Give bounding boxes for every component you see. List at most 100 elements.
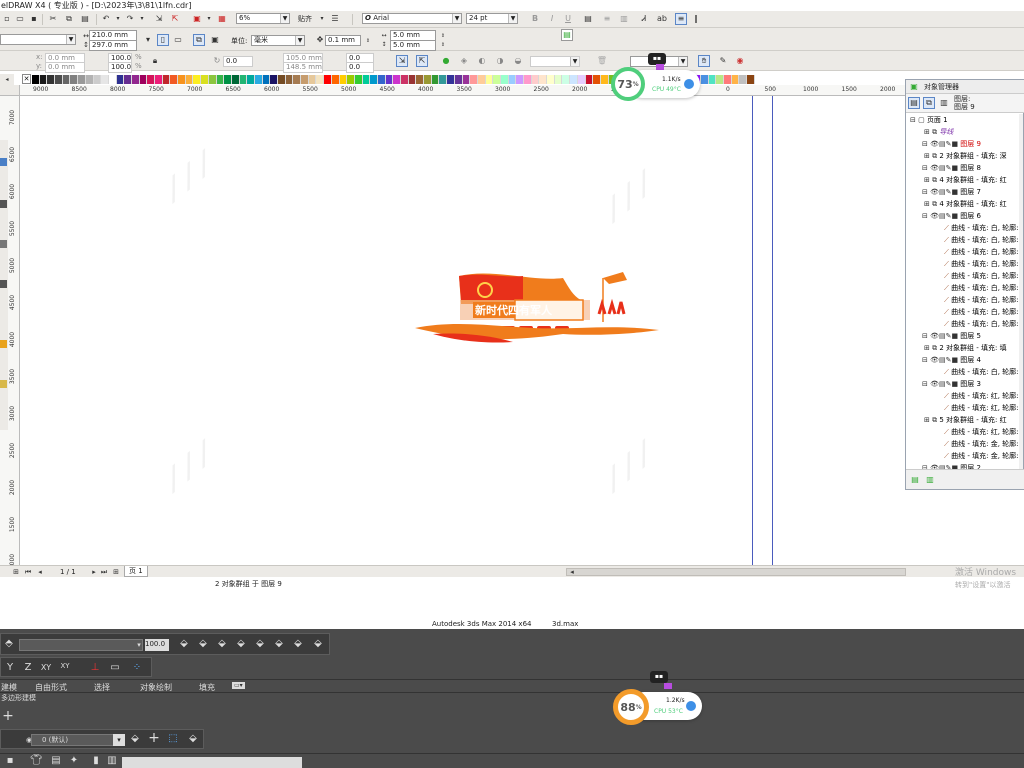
color-swatch[interactable] <box>301 75 309 84</box>
cut-icon[interactable]: ✂ <box>47 13 59 25</box>
launcher-dropdown-icon[interactable]: ▾ <box>203 13 215 25</box>
align-tool-icon[interactable]: ▭ <box>109 662 121 674</box>
color-swatch[interactable] <box>370 75 378 84</box>
layer-tool-5-icon[interactable]: ⬙ <box>254 638 266 650</box>
color-swatch[interactable] <box>524 75 532 84</box>
expand-icon[interactable]: ⊞ ⧉ <box>924 200 939 208</box>
bottom-tool-1-icon[interactable]: ▪ <box>4 755 16 767</box>
color-swatch[interactable] <box>108 75 117 84</box>
interactive-fill-icon[interactable] <box>0 380 7 388</box>
expand-icon[interactable]: ⊞ ⧉ <box>924 128 939 136</box>
color-swatch[interactable] <box>493 75 501 84</box>
color-swatch[interactable] <box>254 75 263 84</box>
page-height-field[interactable]: 297.0 mm <box>89 40 137 51</box>
color-swatch[interactable] <box>124 75 132 84</box>
layer-controls-icon[interactable]: ⊟ 👁︎▤✎■ <box>922 332 960 340</box>
toolbox[interactable] <box>0 140 8 430</box>
color-swatch[interactable] <box>539 75 548 84</box>
layer-row[interactable]: ⊟ 👁︎▤✎■ 图层 6 <box>922 210 981 222</box>
no-color-swatch[interactable]: ✕ <box>22 74 31 84</box>
bullet-list-icon[interactable]: ≡ <box>601 13 613 25</box>
layer-manager-view-icon[interactable]: ▥ <box>938 97 950 109</box>
color-swatch[interactable] <box>131 75 140 84</box>
horizontal-scrollbar[interactable] <box>566 568 906 576</box>
text-align-icon[interactable]: ▤ <box>582 13 594 25</box>
object-row[interactable]: ⟋ 曲线 - 填充: 白, 轮廓: <box>944 366 1019 378</box>
shape-icon[interactable]: ● <box>440 55 452 67</box>
scale-height-field[interactable]: 100.0 <box>108 62 132 73</box>
bottom-dialog-strip[interactable] <box>122 757 302 768</box>
color-swatch[interactable] <box>377 75 386 84</box>
color-swatch[interactable] <box>416 75 425 84</box>
axis-xy-button[interactable]: XY <box>40 662 52 674</box>
position-y-field[interactable]: 0.0 mm <box>45 62 85 73</box>
color-swatch[interactable] <box>593 75 601 84</box>
layer-row[interactable]: ⊟ 👁︎▤✎■ 图层 4 <box>922 354 981 366</box>
layer-row[interactable]: ⊟ 👁︎▤✎■ 图层 2 <box>922 462 981 469</box>
edit-fill-icon[interactable]: ✎ <box>717 55 729 67</box>
object-row[interactable]: ⟋ 曲线 - 填充: 白, 轮廓: <box>944 258 1019 270</box>
memory-gauge-top[interactable]: 73% <box>611 67 645 101</box>
color-swatch[interactable] <box>293 75 302 84</box>
tree-scrollbar[interactable] <box>1019 114 1023 469</box>
new-layer-plus-icon[interactable]: + <box>148 731 160 745</box>
show-properties-icon[interactable]: ▤ <box>908 97 920 109</box>
font-size-select[interactable]: 24 pt ▼ <box>466 13 518 24</box>
skew-y-field[interactable]: 0.0 <box>346 62 374 73</box>
paste-icon[interactable]: ▤ <box>79 13 91 25</box>
node-icon[interactable]: ◈ <box>458 55 470 67</box>
layer-row[interactable]: ⊟ 👁︎▤✎■ 图层 7 <box>922 186 981 198</box>
color-swatch[interactable] <box>700 75 709 84</box>
horizontal-text-icon[interactable]: ≡ <box>675 13 687 25</box>
boost-icon[interactable] <box>684 79 694 89</box>
color-swatch[interactable] <box>408 75 417 84</box>
color-swatch[interactable] <box>278 75 286 84</box>
object-row[interactable]: ⟋ 曲线 - 填充: 白, 轮廓: <box>944 246 1019 258</box>
layer-tool-6-icon[interactable]: ⬙ <box>273 638 285 650</box>
redo-icon[interactable]: ↷ <box>124 13 136 25</box>
color-swatch[interactable] <box>224 75 232 84</box>
color-swatch[interactable] <box>193 75 202 84</box>
color-swatch[interactable] <box>570 75 578 84</box>
color-swatch[interactable] <box>78 75 86 84</box>
expand-icon[interactable]: ⊟ ▢ <box>910 116 927 124</box>
cusp-icon[interactable]: ◑ <box>494 55 506 67</box>
guideline-vertical-2[interactable] <box>772 96 773 565</box>
chevron-down-icon[interactable]: ▾ <box>113 734 125 746</box>
color-swatch[interactable] <box>85 75 94 84</box>
smooth-icon[interactable]: ◐ <box>476 55 488 67</box>
rotation-angle-field[interactable]: 0.0 <box>223 56 253 67</box>
page-tab[interactable]: 页 1 <box>124 566 148 577</box>
array-tool-icon[interactable]: ⁘ <box>131 662 143 674</box>
layer-controls-icon[interactable]: ⊟ 👁︎▤✎■ <box>922 380 960 388</box>
color-swatch[interactable] <box>331 75 340 84</box>
color-swatch[interactable] <box>247 75 255 84</box>
color-swatch[interactable] <box>62 75 71 84</box>
layer-manager-icon[interactable]: ⬙ <box>129 733 141 745</box>
bottom-tool-2-icon[interactable]: 👕︎ <box>30 755 43 767</box>
options-icon[interactable]: ☰ <box>329 13 341 25</box>
color-swatch[interactable] <box>93 75 102 84</box>
lock-ratio-icon[interactable]: 🔒︎ <box>149 55 161 67</box>
color-swatch[interactable] <box>431 75 440 84</box>
color-swatch[interactable] <box>424 75 432 84</box>
horizontal-ruler[interactable]: 9000 8500 8000 7500 7000 6500 6000 5500 5000 4500… <box>20 85 934 96</box>
snap-dropdown-icon[interactable]: ▾ <box>316 13 328 25</box>
shape-tool-icon[interactable] <box>0 200 7 208</box>
axis-z-button[interactable]: Z <box>22 662 34 674</box>
color-swatch[interactable] <box>500 75 509 84</box>
memory-gauge-bottom[interactable]: 88% <box>613 689 649 725</box>
duplicate-distance-y-field[interactable]: 5.0 mm <box>390 40 436 51</box>
color-swatch[interactable] <box>316 75 325 84</box>
color-swatch[interactable] <box>477 75 486 84</box>
expand-icon[interactable]: ⊞ ⧉ <box>924 344 939 352</box>
layer-tool-2-icon[interactable]: ⬙ <box>197 638 209 650</box>
color-swatch[interactable] <box>262 75 271 84</box>
layer-tool-4-icon[interactable]: ⬙ <box>235 638 247 650</box>
drop-cap-icon[interactable]: ▥ <box>618 13 630 25</box>
color-swatch[interactable] <box>470 75 478 84</box>
color-swatch[interactable] <box>162 75 171 84</box>
new-document-icon[interactable]: ▫ <box>1 13 13 25</box>
object-row[interactable]: ⟋ 曲线 - 填充: 白, 轮廓: <box>944 318 1019 330</box>
object-row[interactable]: ⟋ 曲线 - 填充: 白, 轮廓: <box>944 234 1019 246</box>
